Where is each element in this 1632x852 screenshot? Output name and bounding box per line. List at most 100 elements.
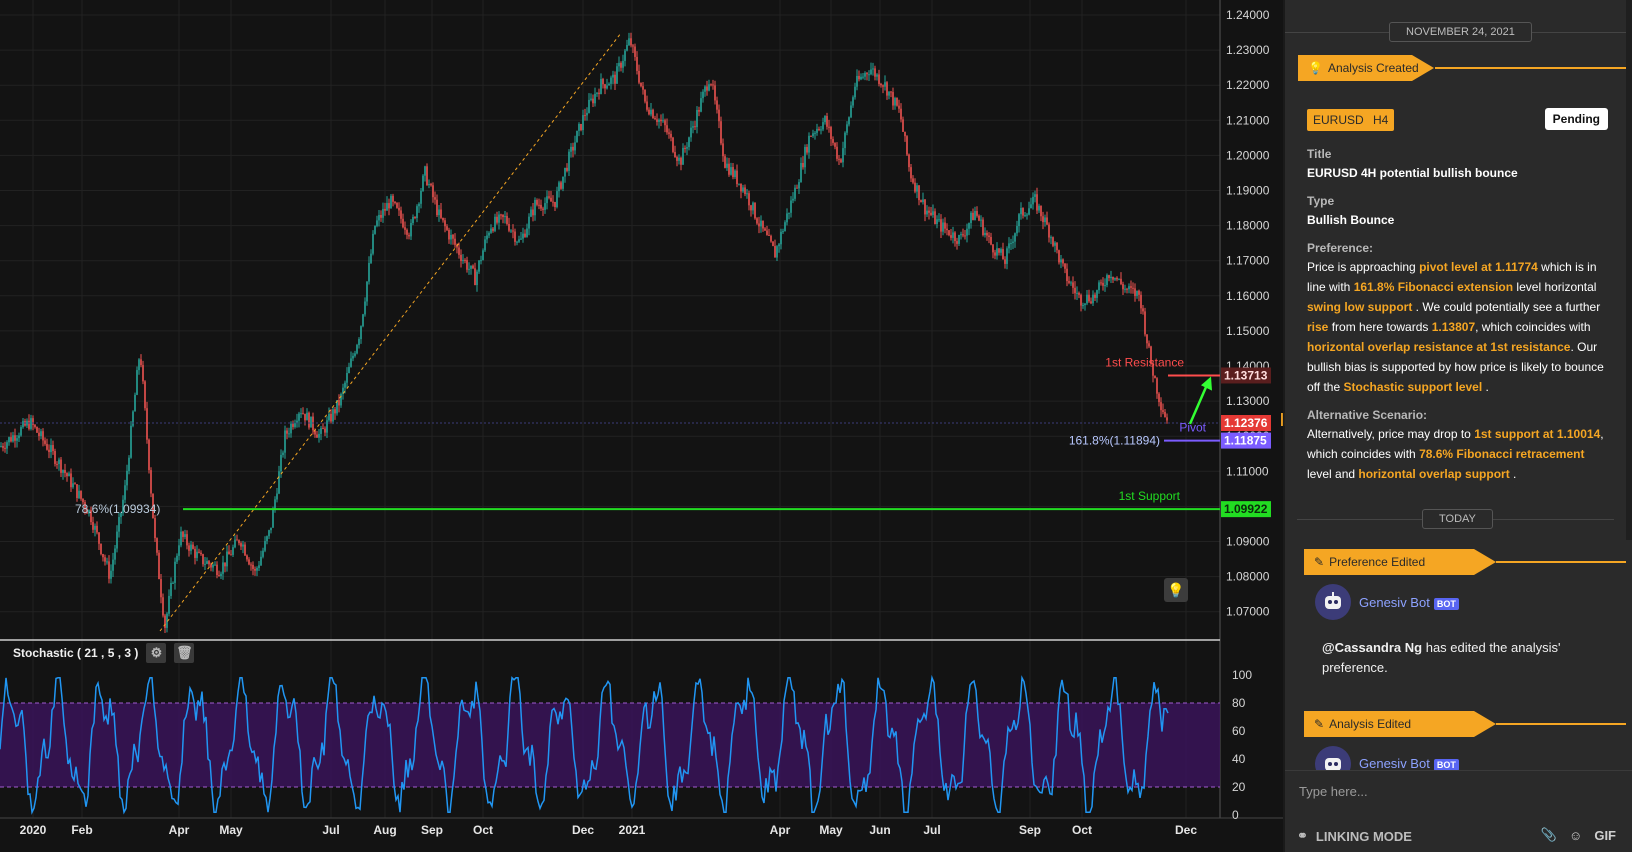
candle-body bbox=[882, 85, 884, 87]
candle-body bbox=[522, 233, 524, 239]
candle-body bbox=[560, 182, 562, 189]
candle-body bbox=[1120, 278, 1122, 285]
candle-body bbox=[1090, 301, 1092, 304]
candle-body bbox=[888, 91, 890, 96]
bot-name[interactable]: Genesiv Bot bbox=[1359, 595, 1430, 610]
candle-body bbox=[484, 239, 486, 251]
scrollbar[interactable] bbox=[1626, 0, 1632, 540]
date-tick-label: Sep bbox=[1019, 823, 1041, 837]
candle-body bbox=[408, 234, 410, 237]
candle-body bbox=[510, 230, 512, 232]
price-tick-label: 1.09000 bbox=[1226, 535, 1270, 549]
lightbulb-icon[interactable]: 💡 bbox=[1164, 578, 1188, 602]
candle-body bbox=[1028, 208, 1030, 215]
candle-body bbox=[680, 157, 682, 165]
price-chart[interactable]: 1.24000 1.23000 1.22000 1.21000 1.20000 1.190… bbox=[0, 0, 1283, 852]
candle-body bbox=[392, 195, 394, 202]
candle-body bbox=[180, 531, 182, 546]
candle-body bbox=[844, 132, 846, 149]
ribbon-label: Analysis Created bbox=[1327, 61, 1419, 75]
candle-body bbox=[388, 203, 390, 209]
message-input[interactable] bbox=[1297, 779, 1621, 803]
analysis-feed[interactable]: NOVEMBER 24, 2021 💡 Analysis Created EUR… bbox=[1285, 0, 1632, 770]
bot-name[interactable]: Genesiv Bot bbox=[1359, 756, 1430, 770]
candle-body bbox=[634, 46, 636, 57]
candle-body bbox=[466, 260, 468, 270]
candle-body bbox=[298, 413, 300, 421]
candle-body bbox=[850, 105, 852, 118]
candle-body bbox=[782, 231, 784, 233]
resistance-label: 1st Resistance bbox=[1105, 355, 1184, 369]
candle-body bbox=[244, 544, 246, 556]
bot-avatar[interactable] bbox=[1315, 746, 1351, 770]
candle-body bbox=[908, 154, 910, 168]
candle-body bbox=[842, 148, 844, 163]
candle-body bbox=[172, 582, 174, 584]
date-tick-label: Apr bbox=[770, 823, 791, 837]
mention-user[interactable]: @Cassandra Ng bbox=[1322, 640, 1422, 655]
candle-body bbox=[1000, 249, 1002, 253]
candle-body bbox=[958, 235, 960, 244]
candle-body bbox=[460, 254, 462, 261]
candle-body bbox=[1002, 249, 1004, 260]
candle-body bbox=[830, 127, 832, 140]
candle-body bbox=[436, 199, 438, 216]
candle-body bbox=[812, 133, 814, 137]
candle-body bbox=[1130, 286, 1132, 288]
candle-body bbox=[1058, 250, 1060, 263]
fib-retracement-label: 78.6%(1.09934) bbox=[75, 502, 160, 516]
candle-body bbox=[322, 428, 324, 430]
trash-icon[interactable]: 🗑 bbox=[174, 643, 195, 663]
candle-body bbox=[590, 98, 592, 100]
analysis-edited-ribbon: ✎ Analysis Edited bbox=[1304, 711, 1496, 737]
candle-body bbox=[1148, 343, 1150, 347]
candle-body bbox=[924, 199, 926, 215]
candle-body bbox=[956, 241, 958, 244]
candle-body bbox=[114, 548, 116, 560]
candle-body bbox=[918, 185, 920, 201]
symbol-tag: EURUSD bbox=[1307, 109, 1370, 131]
candle-body bbox=[38, 432, 40, 437]
candle-body bbox=[406, 229, 408, 235]
candle-body bbox=[936, 219, 938, 225]
candle-body bbox=[418, 203, 420, 207]
candle-body bbox=[690, 127, 692, 138]
candle-body bbox=[608, 83, 610, 86]
chart-area[interactable]: 1.24000 1.23000 1.22000 1.21000 1.20000 1.190… bbox=[0, 0, 1283, 852]
candle-body bbox=[1126, 288, 1128, 290]
attachment-icon[interactable]: 📎 bbox=[1541, 827, 1557, 843]
gif-button[interactable]: GIF bbox=[1594, 828, 1616, 843]
candle-body bbox=[646, 101, 648, 110]
candle-body bbox=[964, 235, 966, 237]
candle-body bbox=[828, 126, 830, 128]
bot-avatar[interactable] bbox=[1315, 584, 1351, 620]
candle-body bbox=[840, 159, 842, 163]
candle-body bbox=[508, 223, 510, 231]
candle-body bbox=[1070, 282, 1072, 284]
candle-body bbox=[192, 544, 194, 549]
candle-body bbox=[232, 547, 234, 555]
candle-body bbox=[348, 366, 350, 374]
candle-body bbox=[890, 91, 892, 93]
candle-body bbox=[306, 412, 308, 421]
gear-icon[interactable]: ⚙ bbox=[146, 643, 167, 663]
candle-body bbox=[838, 158, 840, 160]
bot-name-line: Genesiv Bot BOT bbox=[1359, 756, 1459, 770]
candle-body bbox=[210, 564, 212, 568]
candle-body bbox=[292, 423, 294, 427]
candle-body bbox=[562, 176, 564, 189]
candle-body bbox=[472, 265, 474, 269]
candle-body bbox=[26, 420, 28, 426]
ribbon-line bbox=[1496, 561, 1626, 563]
candle-body bbox=[368, 262, 370, 282]
candle-body bbox=[272, 508, 274, 528]
linking-mode-toggle[interactable]: ⚭ LINKING MODE bbox=[1297, 828, 1412, 844]
emoji-icon[interactable]: ☺ bbox=[1569, 828, 1582, 843]
candle-body bbox=[174, 561, 176, 583]
candle-body bbox=[768, 234, 770, 236]
stochastic-tick-label: 0 bbox=[1232, 808, 1239, 822]
candle-body bbox=[960, 234, 962, 236]
candle-body bbox=[118, 517, 120, 532]
candle-body bbox=[764, 228, 766, 231]
candle-body bbox=[762, 220, 764, 229]
